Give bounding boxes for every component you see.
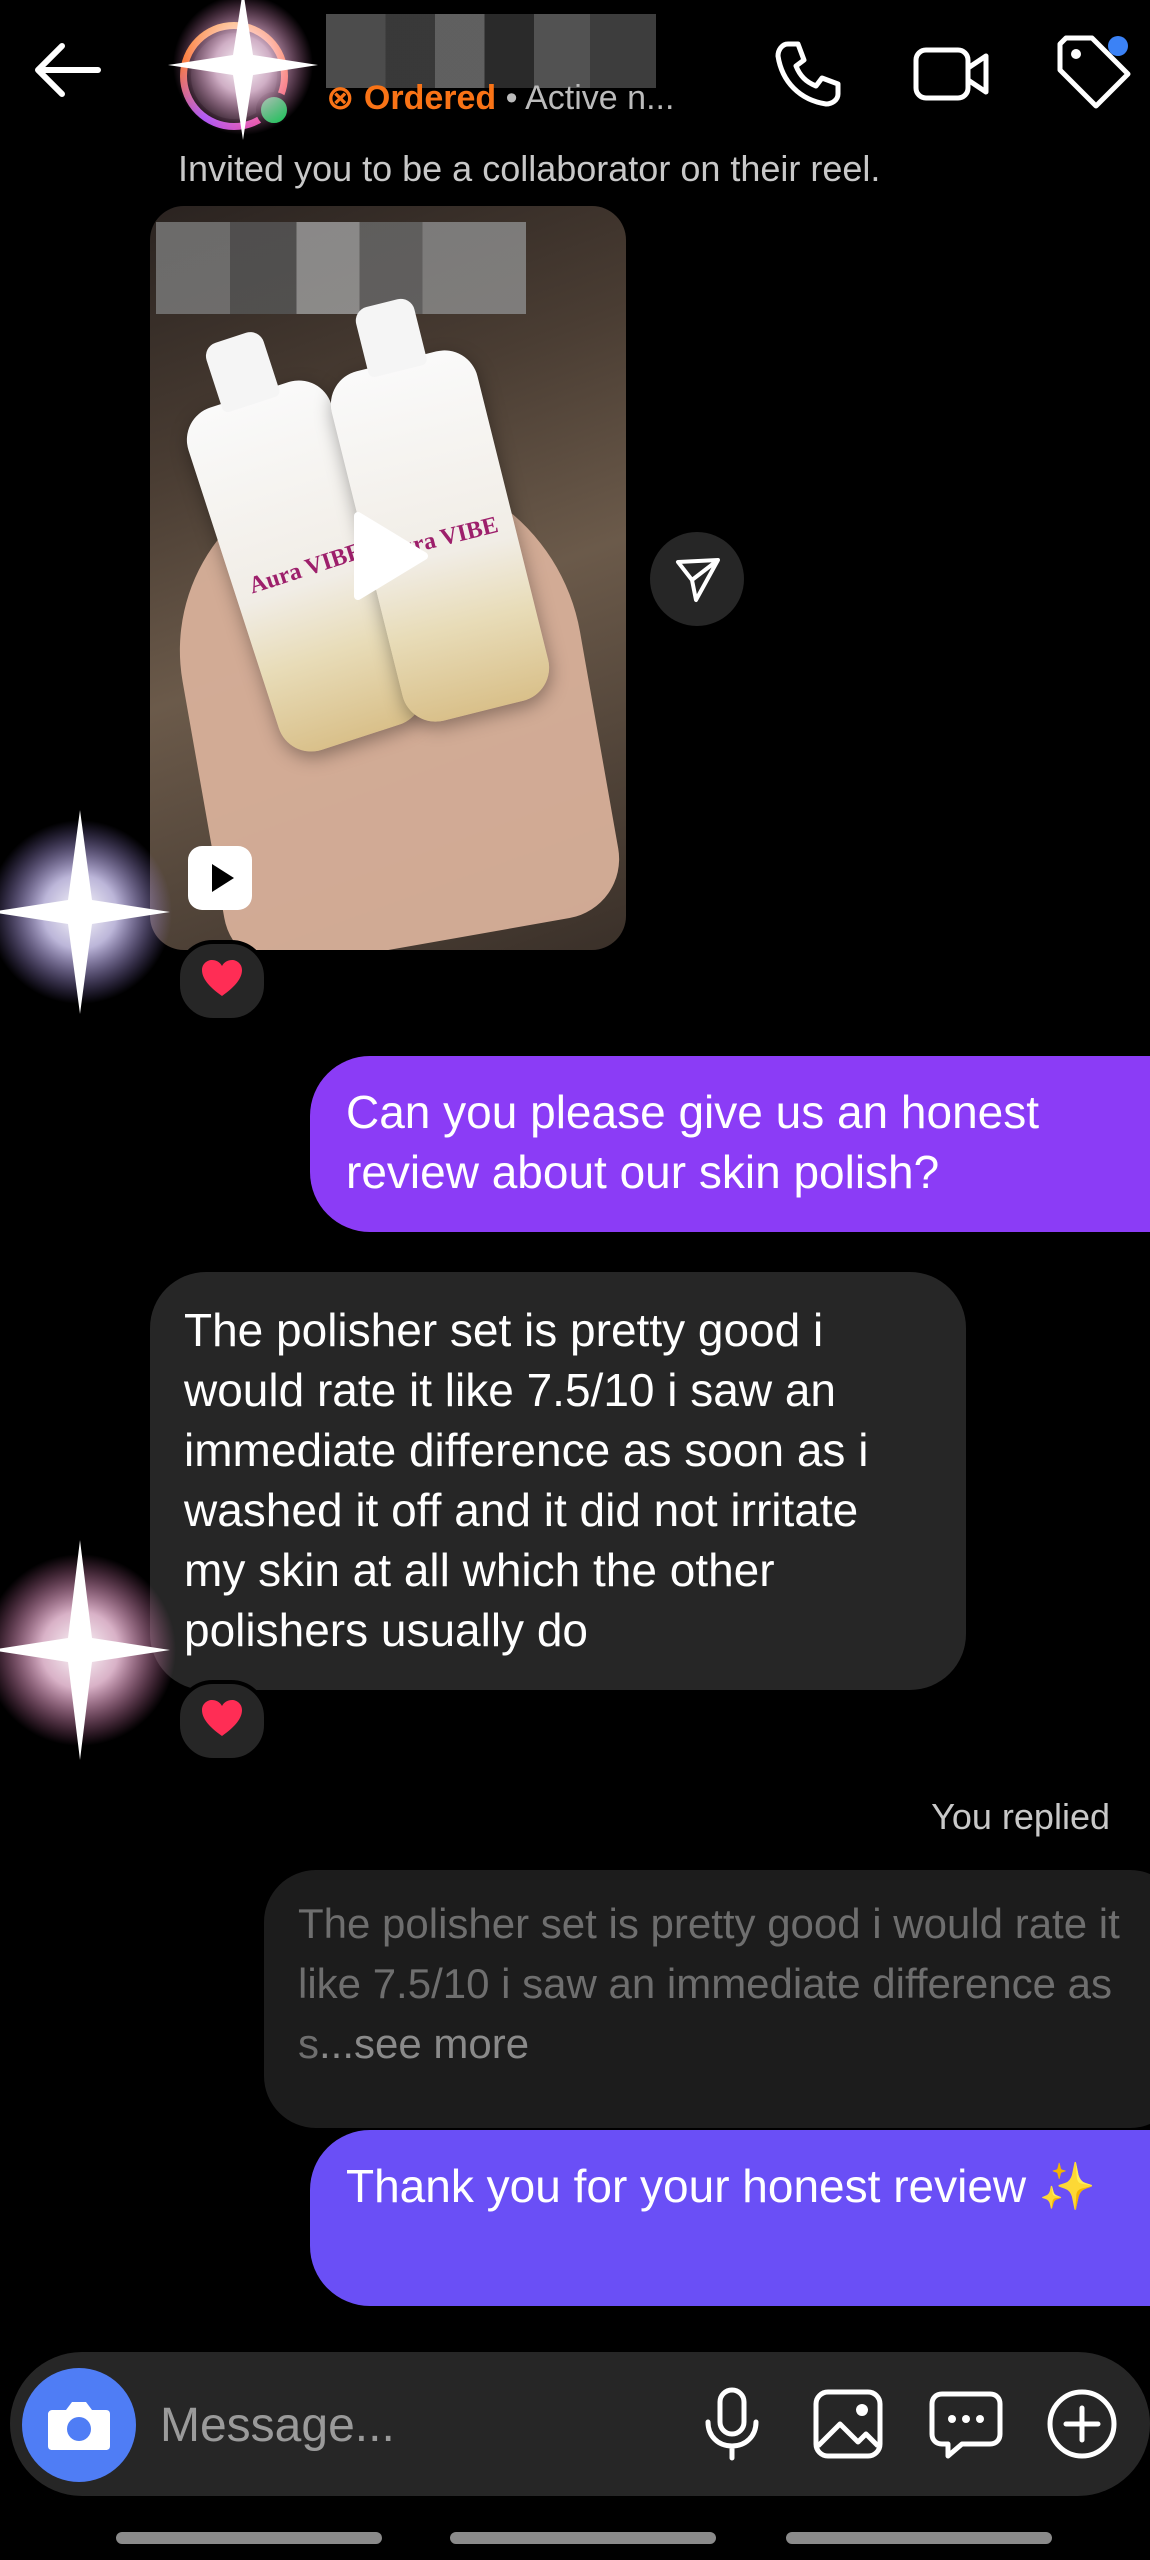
chat-bubble-icon bbox=[929, 2391, 1003, 2459]
share-button[interactable] bbox=[650, 532, 744, 626]
contact-subtitle: ⊗ Ordered • Active n... bbox=[326, 79, 675, 117]
camera-icon bbox=[48, 2402, 110, 2450]
nav-handle bbox=[116, 2532, 382, 2544]
message-text: Thank you for your honest review ✨ bbox=[346, 2160, 1097, 2212]
video-call-button[interactable] bbox=[910, 36, 992, 112]
online-status-dot bbox=[256, 92, 292, 128]
send-icon bbox=[676, 558, 720, 602]
ordered-tag: ⊗ Ordered bbox=[326, 79, 497, 117]
shared-reel[interactable]: Aura VIBE Aura VIBE bbox=[150, 206, 626, 950]
outgoing-message[interactable]: Can you please give us an honest review … bbox=[310, 1056, 1150, 1232]
reaction-badge[interactable] bbox=[176, 940, 268, 1022]
heart-icon bbox=[202, 960, 242, 996]
microphone-button[interactable] bbox=[692, 2384, 772, 2464]
back-button[interactable] bbox=[28, 30, 108, 110]
plus-circle-icon bbox=[1047, 2389, 1117, 2459]
nav-handle bbox=[786, 2532, 1052, 2544]
video-camera-icon bbox=[913, 47, 989, 101]
incoming-message[interactable]: The polisher set is pretty good i would … bbox=[150, 1272, 966, 1690]
image-icon bbox=[813, 2389, 883, 2459]
phone-icon bbox=[775, 41, 841, 107]
microphone-icon bbox=[705, 2387, 759, 2461]
collaborator-invite-text: Invited you to be a collaborator on thei… bbox=[178, 148, 881, 189]
gallery-button[interactable] bbox=[808, 2384, 888, 2464]
sticker-button[interactable] bbox=[926, 2384, 1006, 2464]
voice-call-button[interactable] bbox=[770, 36, 846, 112]
reel-author-redacted bbox=[156, 222, 526, 314]
camera-button[interactable] bbox=[22, 2368, 136, 2482]
reaction-badge[interactable] bbox=[176, 1680, 268, 1762]
play-icon[interactable] bbox=[336, 506, 436, 606]
heart-icon bbox=[202, 1700, 242, 1736]
arrow-left-icon bbox=[35, 43, 101, 97]
notification-dot bbox=[1108, 36, 1128, 56]
outgoing-message[interactable]: Thank you for your honest review ✨ bbox=[310, 2130, 1150, 2306]
contact-name-redacted[interactable] bbox=[326, 14, 656, 88]
message-text: Can you please give us an honest review … bbox=[346, 1086, 1040, 1198]
nav-handle bbox=[450, 2532, 716, 2544]
reel-icon bbox=[188, 846, 252, 910]
see-more-link[interactable]: ...see more bbox=[319, 2020, 529, 2067]
quoted-message[interactable]: The polisher set is pretty good i would … bbox=[264, 1870, 1150, 2128]
active-status: Active n... bbox=[525, 79, 675, 117]
you-replied-label: You replied bbox=[931, 1796, 1110, 1837]
message-text: The polisher set is pretty good i would … bbox=[184, 1304, 869, 1656]
message-input[interactable] bbox=[160, 2390, 680, 2460]
add-button[interactable] bbox=[1042, 2384, 1122, 2464]
